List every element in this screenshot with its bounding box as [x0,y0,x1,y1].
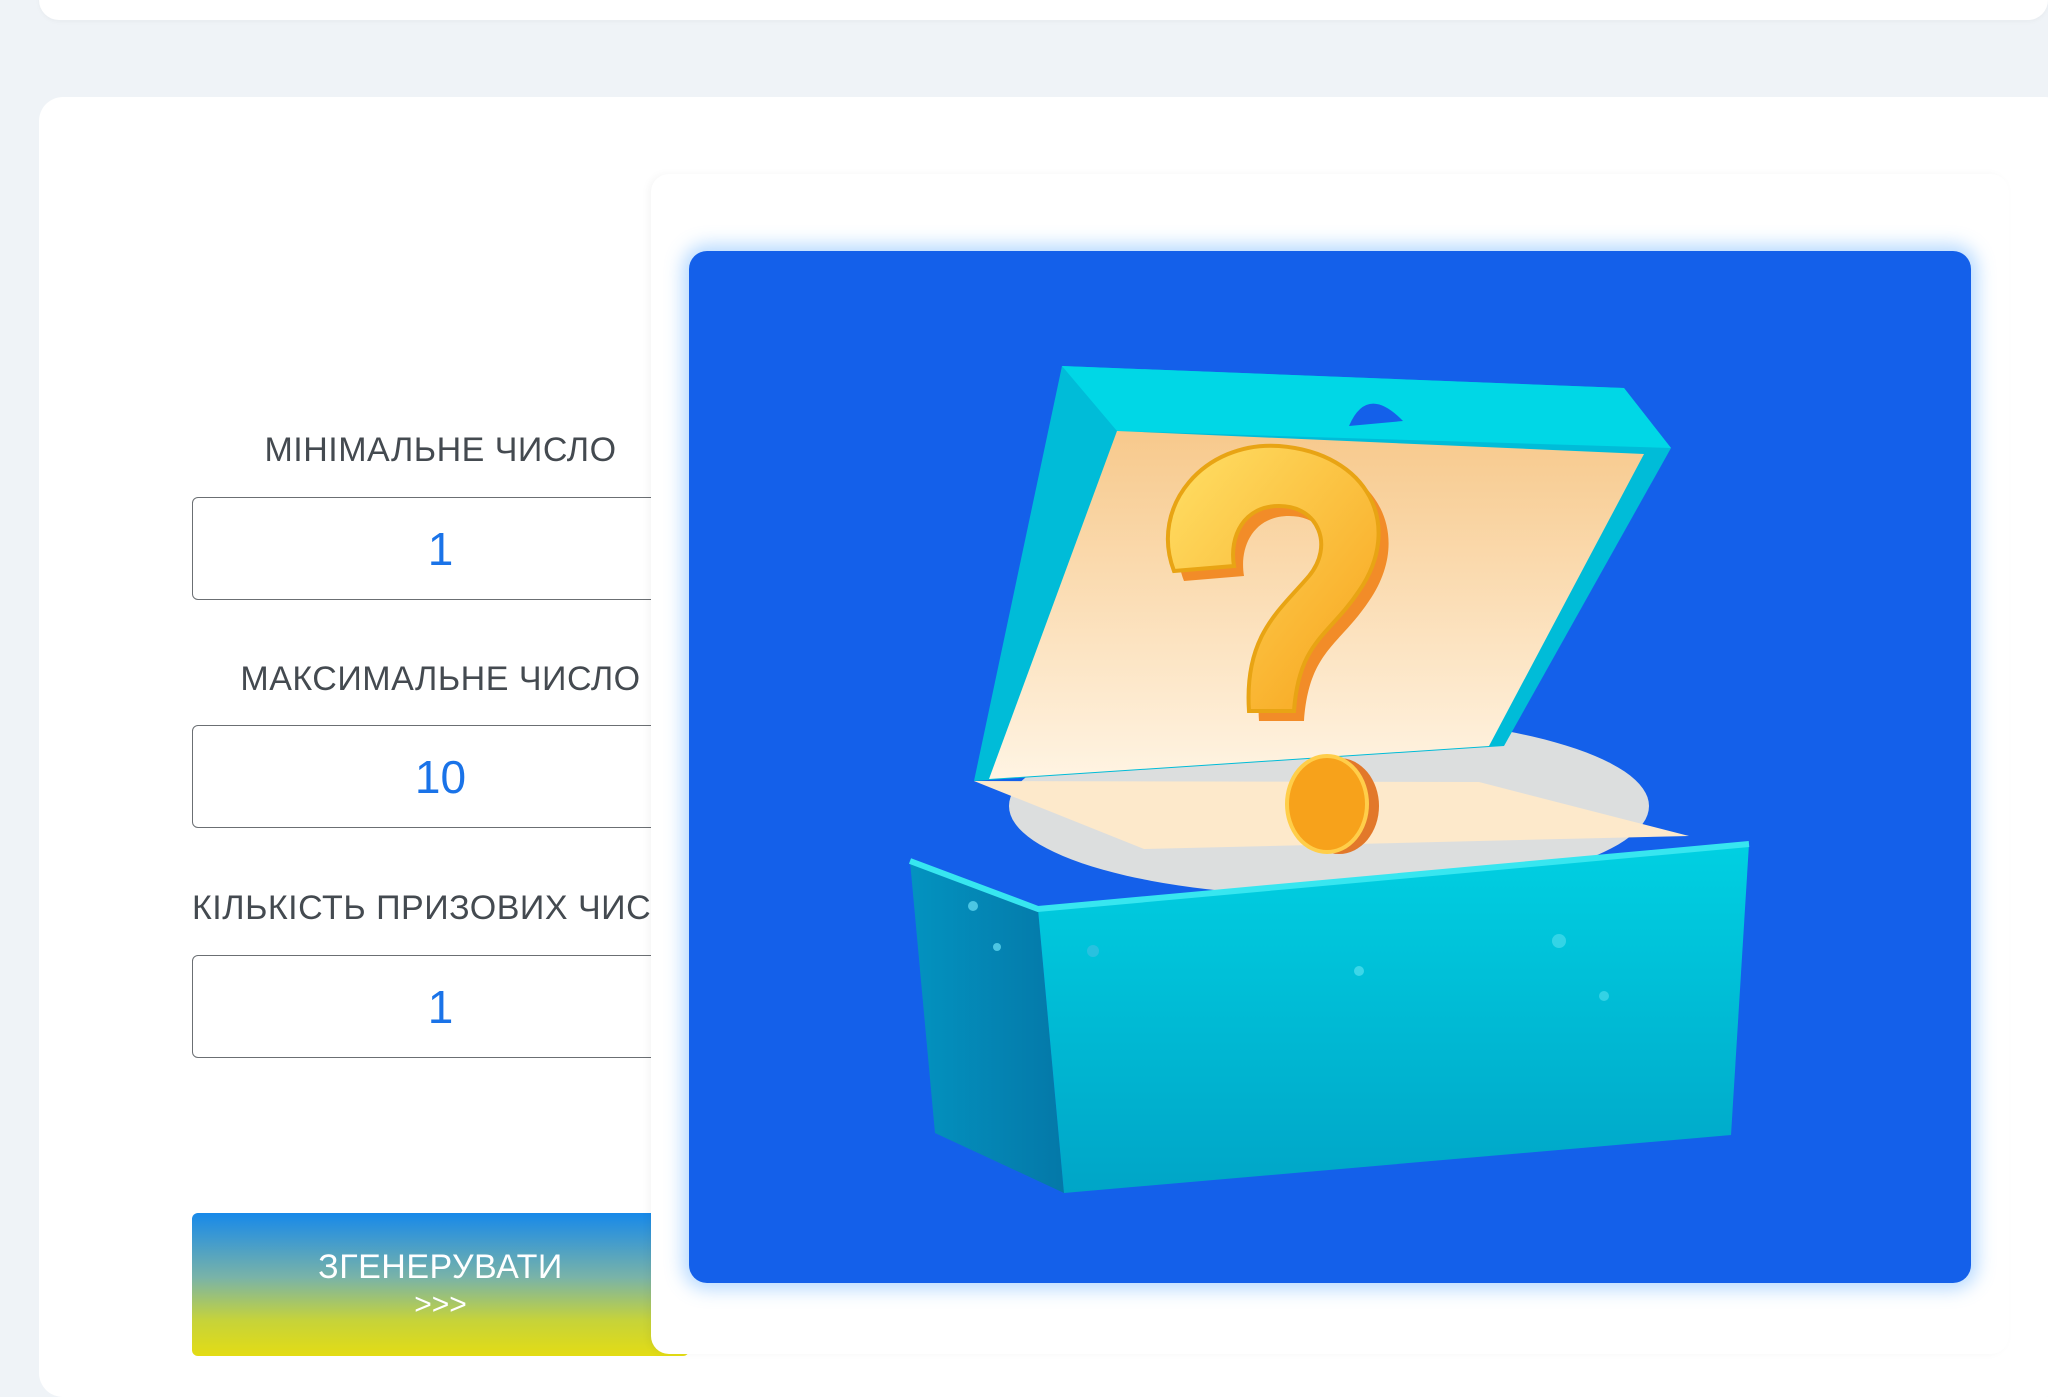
prize-count-input[interactable]: 1 [192,955,689,1058]
max-number-input[interactable]: 10 [192,725,689,828]
mystery-chest-question-mark-icon [908,366,1750,1193]
generate-button[interactable]: ЗГЕНЕРУВАТИ >>> [192,1213,689,1356]
prize-count-label: КІЛЬКІСТЬ ПРИЗОВИХ ЧИСЕЛ [192,889,698,927]
generate-button-label: ЗГЕНЕРУВАТИ [318,1247,563,1286]
result-display [689,251,1971,1283]
min-number-input[interactable]: 1 [192,497,689,600]
top-card [39,0,2048,20]
min-number-label: МІНІМАЛЬНЕ ЧИСЛО [264,431,617,469]
max-number-label: МАКСИМАЛЬНЕ ЧИСЛО [240,660,641,698]
generate-button-arrows: >>> [414,1287,467,1321]
